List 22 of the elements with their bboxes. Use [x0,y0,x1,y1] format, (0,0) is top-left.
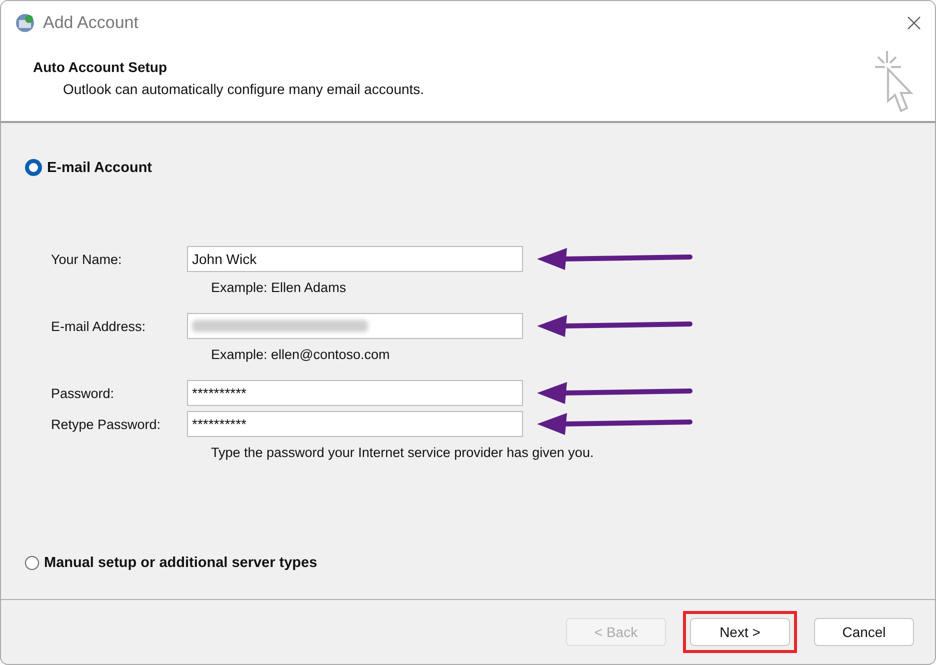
mail-app-icon [15,13,35,33]
field-label: Retype Password: [51,416,162,432]
dialog-button[interactable]: Cancel [814,618,914,646]
input-field[interactable] [187,313,523,339]
input-field[interactable]: John Wick [187,246,523,272]
option-label: Manual setup or additional server types [44,555,318,571]
dialog-button[interactable]: Next > [690,618,790,646]
setup-subtitle: Outlook can automatically configure many email accounts. [62,81,424,97]
field-label: Password: [51,386,116,400]
field-hint: Example: ellen@contoso.com [211,347,391,362]
option-label: E-mail Account [47,160,152,176]
window-title: Add Account [43,13,138,33]
input-field[interactable]: ********** [187,380,523,406]
setup-title: Auto Account Setup [33,59,168,75]
field-hint: Example: Ellen Adams [211,280,348,295]
input-field[interactable]: ********** [187,411,523,437]
close-icon[interactable] [907,16,921,30]
radio-button[interactable] [25,159,42,176]
field-label: E-mail Address: [51,318,147,334]
field-label: Your Name: [51,252,123,266]
field-hint: Type the password your Internet service provider has given you. [211,445,595,460]
radio-button[interactable] [25,556,39,570]
